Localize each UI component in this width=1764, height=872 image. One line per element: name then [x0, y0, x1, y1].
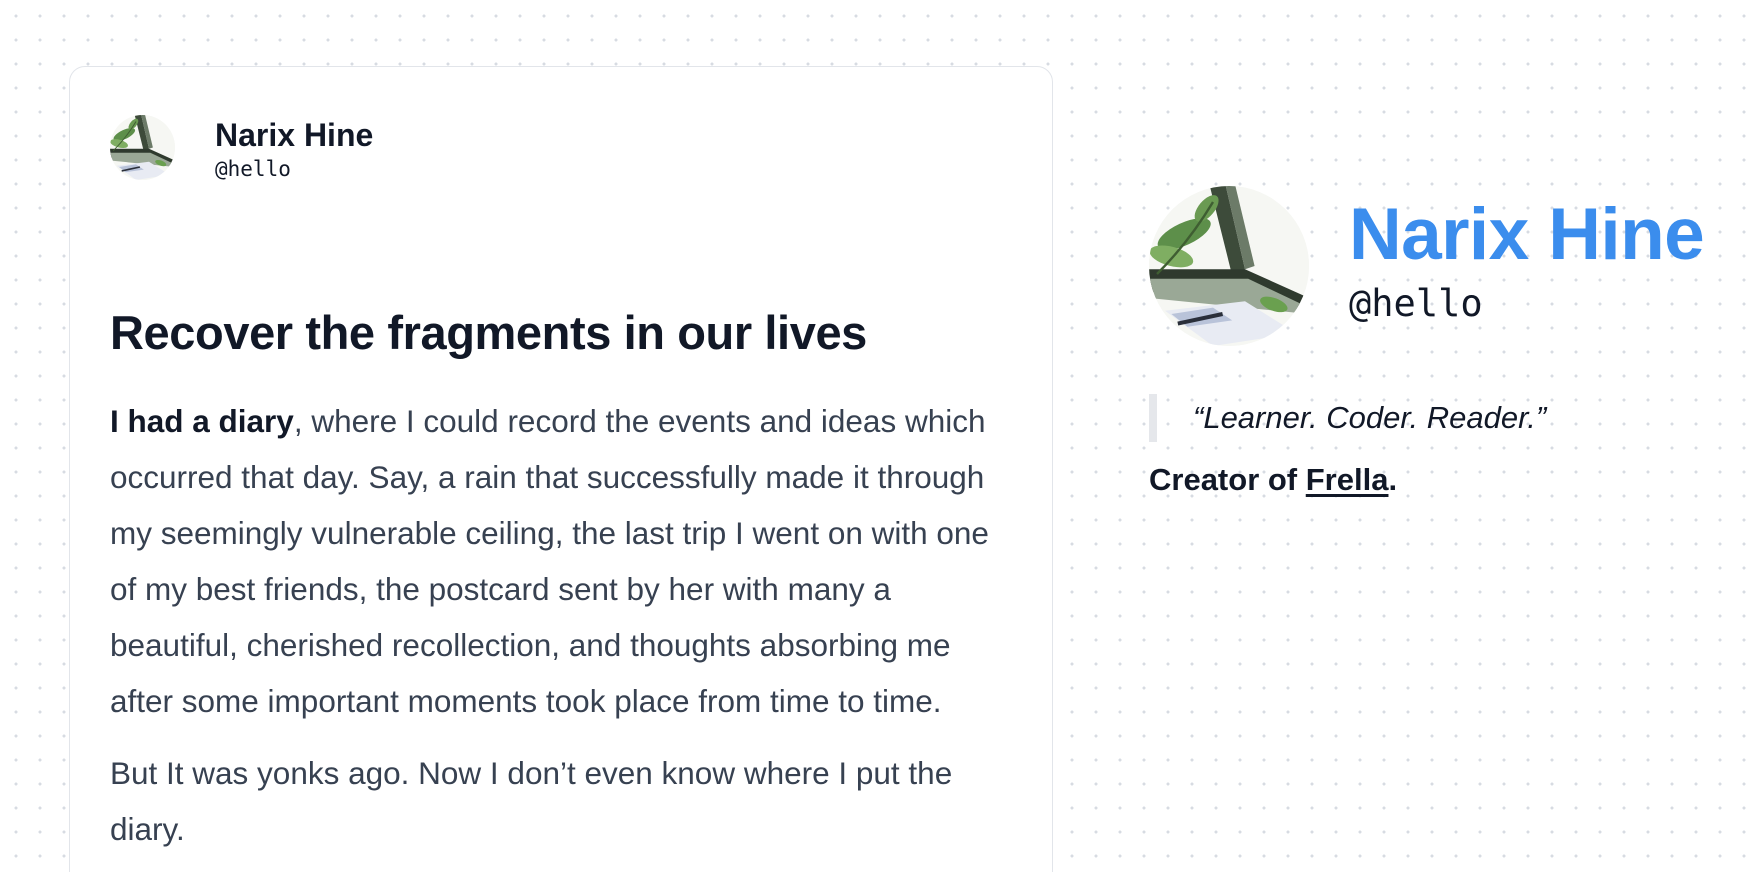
- post-author: Narix Hine @hello: [110, 115, 373, 181]
- post-title[interactable]: Recover the fragments in our lives: [110, 305, 867, 360]
- profile-header: Narix Hine @hello: [1149, 186, 1705, 346]
- profile-name: Narix Hine: [1349, 194, 1705, 275]
- author-avatar[interactable]: [110, 115, 175, 180]
- profile-panel: Narix Hine @hello: [1149, 186, 1705, 346]
- post-bold-lead: I had a diary: [110, 403, 294, 439]
- creator-prefix: Creator of: [1149, 462, 1306, 497]
- author-handle: @hello: [215, 157, 291, 181]
- author-name[interactable]: Narix Hine: [215, 115, 373, 155]
- creator-line: Creator of Frella.: [1149, 462, 1397, 498]
- post-paragraph-text: , where I could record the events and id…: [110, 403, 989, 719]
- post-card: Narix Hine @hello Recover the fragments …: [69, 66, 1053, 872]
- frella-link[interactable]: Frella: [1306, 462, 1389, 497]
- post-paragraph: But It was yonks ago. Now I don’t even k…: [110, 755, 953, 847]
- post-body: I had a diary, where I could record the …: [110, 393, 1022, 872]
- profile-avatar: [1149, 186, 1309, 346]
- profile-quote: “Learner. Coder. Reader.”: [1149, 394, 1546, 442]
- creator-suffix: .: [1388, 462, 1398, 497]
- profile-handle: @hello: [1349, 282, 1483, 325]
- avatar-illustration-icon: [1149, 186, 1309, 346]
- avatar-illustration-icon: [110, 115, 175, 180]
- post-paragraph: I had a diary, where I could record the …: [110, 393, 1022, 729]
- author-info: Narix Hine @hello: [215, 115, 373, 181]
- profile-titles: Narix Hine @hello: [1349, 190, 1705, 325]
